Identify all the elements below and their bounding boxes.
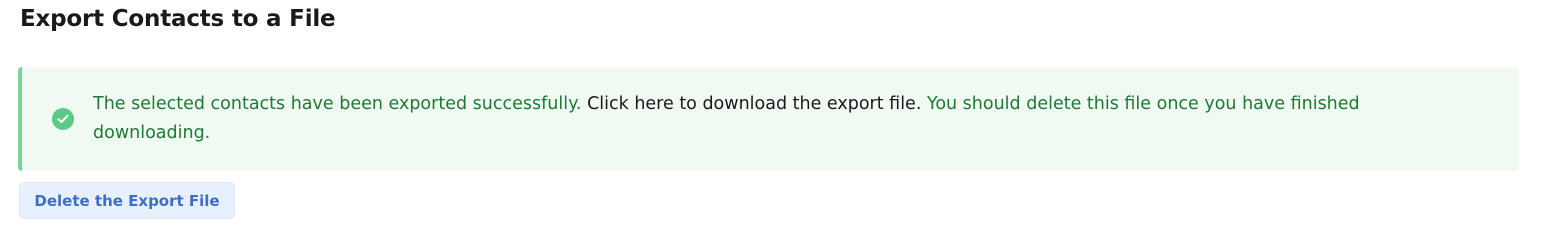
download-export-link[interactable]: Click here to download the export file. <box>587 94 921 114</box>
check-circle-icon <box>52 108 74 130</box>
alert-text-start: The selected contacts have been exported… <box>93 94 588 114</box>
success-alert: The selected contacts have been exported… <box>18 67 1519 171</box>
page-title: Export Contacts to a File <box>20 6 336 32</box>
delete-export-file-button[interactable]: Delete the Export File <box>19 182 235 219</box>
export-contacts-page: Export Contacts to a File The selected c… <box>0 0 1545 247</box>
alert-message: The selected contacts have been exported… <box>93 90 1423 148</box>
